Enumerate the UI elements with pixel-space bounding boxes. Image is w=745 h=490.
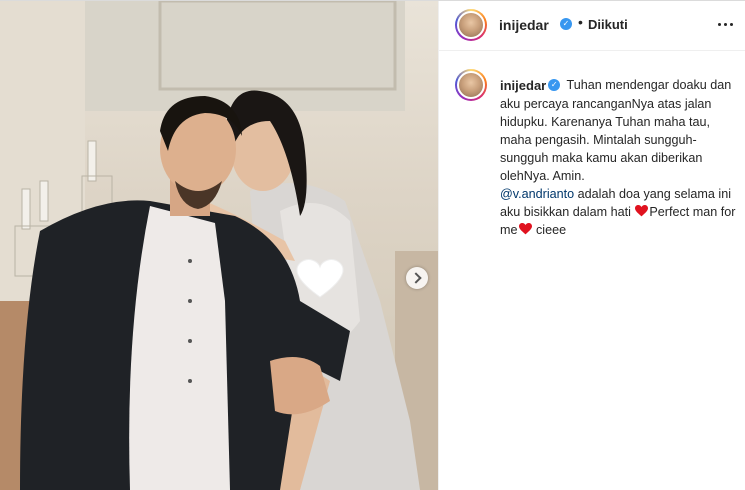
- instagram-post: inijedar ✓ • Diikuti inijedar ✓ Tuhan men…: [0, 0, 745, 490]
- red-heart-icon: [635, 204, 649, 217]
- post-sidebar: inijedar ✓ • Diikuti inijedar ✓ Tuhan men…: [438, 1, 745, 490]
- post-header: inijedar ✓ • Diikuti: [439, 1, 745, 51]
- caption-line-4: cieee: [536, 222, 567, 237]
- caption-avatar[interactable]: [455, 69, 487, 101]
- mention-link[interactable]: @v.andrianto: [500, 187, 574, 201]
- carousel-next-button[interactable]: [406, 267, 428, 289]
- post-photo[interactable]: [0, 1, 438, 490]
- verified-badge-icon: ✓: [548, 78, 561, 91]
- red-heart-icon: [518, 222, 532, 235]
- couple-photo-illustration: [0, 1, 438, 490]
- separator-dot: •: [578, 14, 583, 30]
- man-shirt: [129, 206, 230, 490]
- avatar[interactable]: [455, 9, 487, 41]
- caption-text: inijedar ✓ Tuhan mendengar doaku dan aku …: [500, 76, 740, 239]
- header-username[interactable]: inijedar: [499, 17, 549, 33]
- caption-username[interactable]: inijedar: [500, 77, 546, 95]
- following-status[interactable]: Diikuti: [588, 17, 628, 32]
- chevron-right-icon: [409, 272, 422, 284]
- verified-badge-icon: ✓: [560, 18, 572, 30]
- more-options-icon[interactable]: [713, 13, 737, 35]
